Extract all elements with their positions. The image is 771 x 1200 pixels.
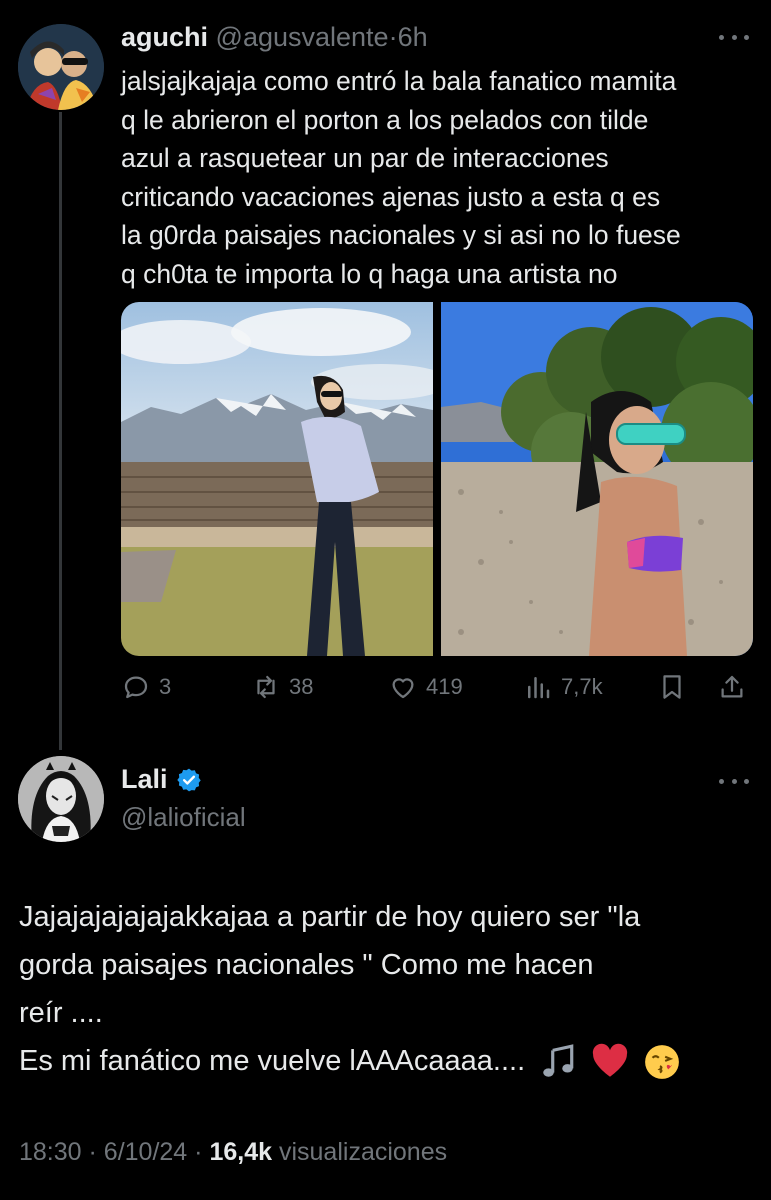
tweet-date[interactable]: 6/10/24 [104, 1138, 187, 1166]
views-button[interactable]: 7,7k [523, 672, 603, 702]
tweet-text-line: Jajajajajajajakkajaa a partir de hoy qui… [19, 901, 641, 933]
views-count: 16,4k [209, 1138, 273, 1166]
display-name[interactable]: Lali [121, 764, 202, 795]
separator-dot: · [88, 1138, 97, 1166]
display-name-text: Lali [121, 764, 168, 794]
tweet-text: jalsjajkajaja como entró la bala fanatic… [121, 62, 761, 293]
tweet-text-line: q ch0ta te importa lo q haga una artista… [121, 258, 618, 289]
avatar[interactable] [18, 24, 104, 110]
music-note-emoji [543, 1044, 574, 1078]
tweet-text-line: criticando vacaciones ajenas justo a est… [121, 181, 661, 212]
separator-dot: · [194, 1138, 203, 1166]
views-count: 7,7k [561, 674, 603, 699]
tweet-photo-vineyard[interactable] [121, 302, 433, 656]
tweet-photo-beach[interactable] [441, 302, 753, 656]
kiss-face-emoji [645, 1045, 680, 1080]
photo-beach-illustration [441, 302, 753, 656]
tweet-text-line-with-emoji: Es mi fanático me vuelve lAAAcaaaa.... [19, 1037, 759, 1085]
avatar-illustration [18, 24, 104, 110]
bookmark-icon [663, 675, 681, 699]
views-label: visualizaciones [278, 1138, 448, 1166]
share-button[interactable] [717, 672, 747, 702]
share-icon [721, 675, 743, 698]
bookmark-button[interactable] [657, 672, 687, 702]
tweet-text-line: reír .... [19, 997, 103, 1029]
tweet-text: Jajajajajajajakkajaa a partir de hoy qui… [19, 893, 759, 1085]
like-icon [392, 678, 414, 699]
display-name[interactable]: aguchi [121, 22, 208, 52]
user-handle[interactable]: @agusvalente [216, 22, 389, 52]
more-icon[interactable] [719, 776, 749, 786]
reply-button[interactable]: 3 [121, 672, 171, 702]
tweet-text-line: la g0rda paisajes nacionales y si asi no… [121, 220, 681, 250]
views-icon [528, 677, 550, 699]
tweet-text-segment: Es mi fanático me vuelve lAAAcaaaa.... [19, 1045, 526, 1077]
tweet-timestamp[interactable]: 18:30 [19, 1138, 82, 1166]
tweet-text-line: jalsjajkajaja como entró la bala fanatic… [121, 66, 677, 96]
tweet-header: aguchi @agusvalente·6h [121, 22, 428, 53]
repost-icon [257, 675, 275, 699]
tweet-text-line: gorda paisajes nacionales " Como me hace… [19, 949, 594, 981]
repost-count: 38 [289, 674, 314, 699]
like-count: 419 [426, 674, 463, 699]
tweet-actions-bar: 3 38 419 7,7k [121, 672, 761, 708]
reply-icon [124, 676, 148, 699]
tweet-text-line: q le abrieron el porton a los pelados co… [121, 104, 649, 135]
more-icon[interactable] [719, 32, 749, 42]
like-button[interactable]: 419 [388, 672, 463, 702]
tweet-text-line: azul a rasquetear un par de interaccione… [121, 143, 609, 173]
red-heart-emoji [593, 1044, 628, 1078]
thread-connector-line [59, 112, 62, 750]
avatar-illustration [18, 756, 104, 842]
repost-button[interactable]: 38 [251, 672, 313, 702]
user-handle[interactable]: @lalioficial [121, 802, 246, 833]
separator-dot: · [388, 22, 398, 52]
tweet-meta: 18:30 · 6/10/24 · 16,4k visualizaciones [19, 1138, 447, 1167]
avatar[interactable] [18, 756, 104, 842]
photo-vineyard-illustration [121, 302, 433, 656]
reply-count: 3 [159, 674, 172, 699]
verified-icon [176, 768, 201, 791]
tweet-time[interactable]: 6h [398, 22, 428, 52]
